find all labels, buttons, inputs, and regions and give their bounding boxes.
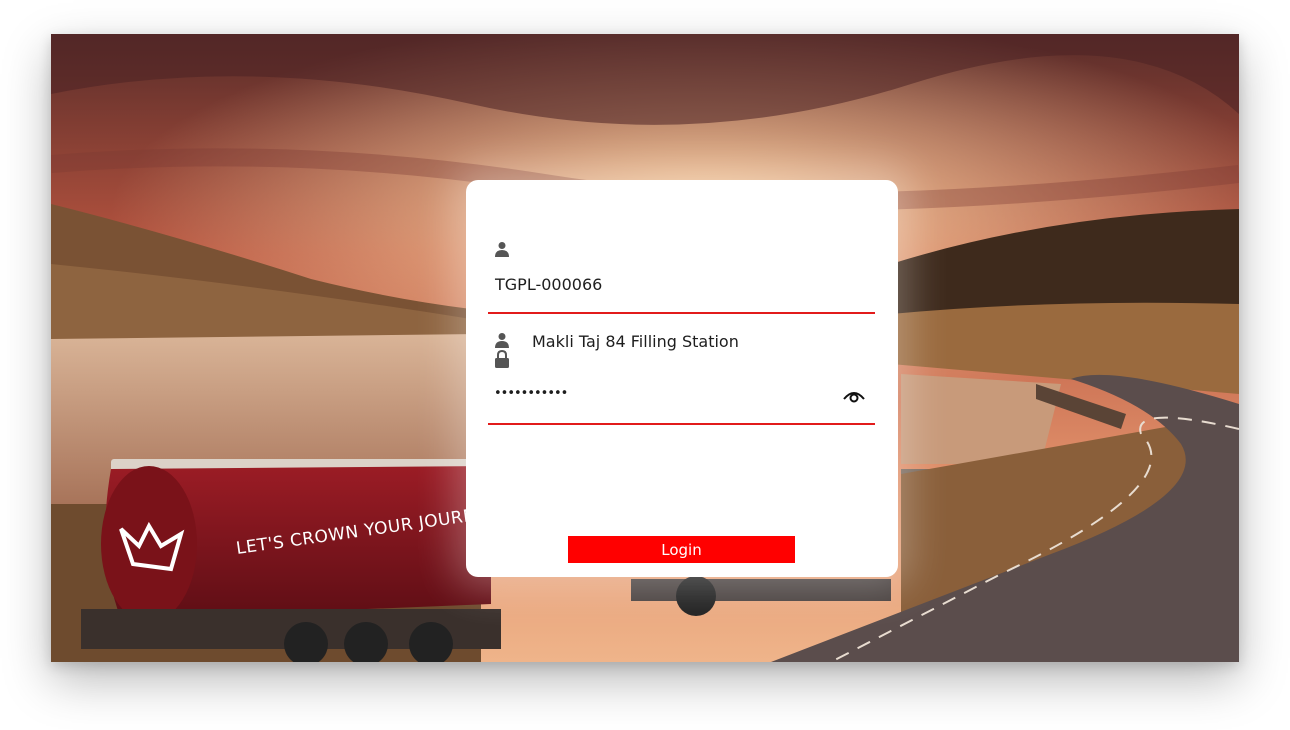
user-icon xyxy=(495,333,509,348)
lock-icon xyxy=(495,350,509,368)
station-name: Makli Taj 84 Filling Station xyxy=(532,332,739,351)
username-field[interactable]: TGPL-000066 xyxy=(488,232,875,314)
login-card: TGPL-000066 Makli Taj 84 Filling Station… xyxy=(466,180,898,577)
password-input[interactable]: ••••••••••• xyxy=(494,386,568,401)
eye-icon[interactable] xyxy=(842,388,866,404)
user-icon xyxy=(495,242,509,257)
station-password-field[interactable]: Makli Taj 84 Filling Station ••••••••••• xyxy=(488,330,875,425)
login-button[interactable]: Login xyxy=(568,536,795,563)
username-value: TGPL-000066 xyxy=(495,275,603,294)
password-underline xyxy=(488,423,875,425)
username-underline xyxy=(488,312,875,314)
